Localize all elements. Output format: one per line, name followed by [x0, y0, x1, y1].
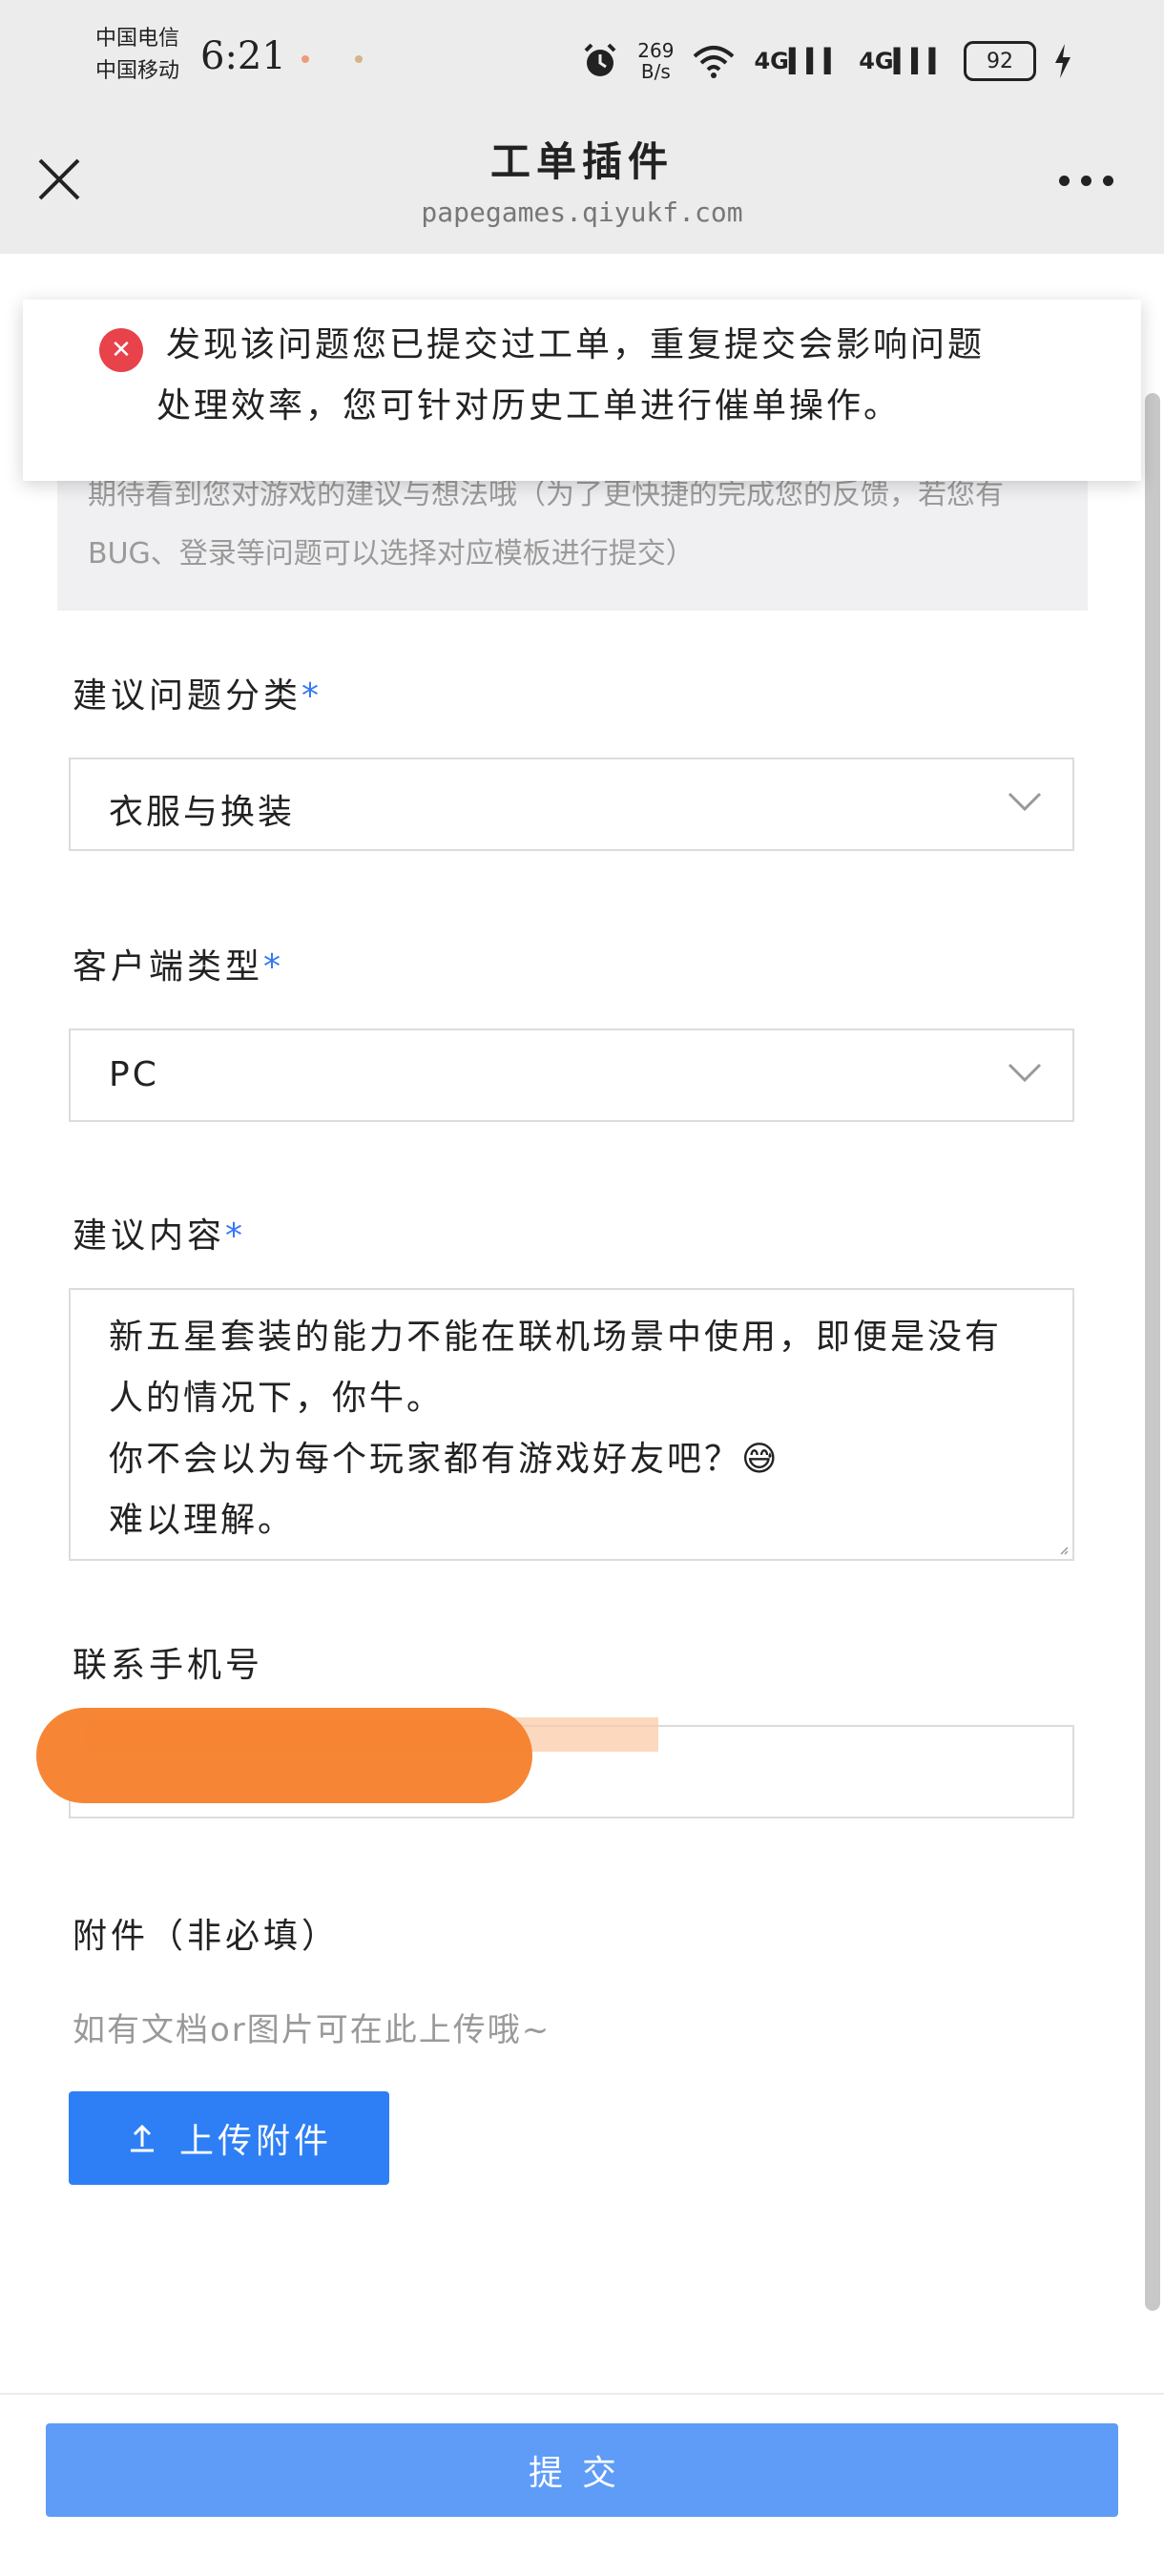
charging-icon — [1055, 44, 1070, 78]
wifi-icon — [694, 46, 735, 78]
more-dot-icon — [1081, 175, 1091, 186]
toast-line-2: 处理效率，您可针对历史工单进行催单操作。 — [156, 386, 902, 426]
signal-1-icon: 4G▍▍▍ — [754, 48, 842, 74]
toast-message: 发现该问题您已提交过工单，重复提交会影响问题 处理效率，您可针对历史工单进行催单… — [156, 315, 1101, 437]
carrier-info: 中国电信 中国移动 — [95, 23, 179, 88]
client-value: PC — [109, 1055, 159, 1094]
category-label: 建议问题分类* — [73, 668, 322, 717]
client-label: 客户端类型* — [73, 939, 284, 988]
page-url: papegames.qiyukf.com — [421, 197, 743, 228]
upload-icon — [130, 2124, 154, 2152]
attachment-label: 附件（非必填） — [73, 1917, 341, 1956]
divider — [0, 2393, 1164, 2395]
network-speed: 269 B/s — [637, 40, 674, 82]
chevron-down-icon — [1008, 792, 1042, 812]
scrollbar[interactable] — [1145, 393, 1160, 2311]
content-label-text: 建议内容 — [73, 1216, 226, 1256]
speed-value: 269 — [637, 39, 675, 62]
intro-text: 期待看到您对游戏的建议与想法哦（为了更快捷的完成您的反馈，若您有BUG、登录等问… — [88, 478, 1004, 571]
category-select[interactable]: 衣服与换装 — [69, 758, 1074, 851]
clock: 6:21 — [200, 34, 286, 78]
required-mark: * — [225, 1216, 247, 1256]
attachment-hint: 如有文档or图片可在此上传哦~ — [73, 2011, 551, 2049]
required-mark: * — [301, 676, 323, 716]
battery-icon: 92 — [964, 41, 1036, 81]
notification-dot-icon — [355, 55, 363, 63]
required-mark: * — [263, 947, 285, 987]
page-title: 工单插件 — [489, 138, 674, 185]
category-value: 衣服与换装 — [109, 793, 296, 832]
status-bar: 中国电信 中国移动 6:21 269 B/s 4G▍▍▍ 4G▍▍▍ 92 — [0, 0, 1164, 124]
more-dot-icon — [1103, 175, 1113, 186]
network-type-1: 4G — [754, 48, 789, 74]
category-label-text: 建议问题分类 — [73, 676, 302, 716]
content-label: 建议内容* — [73, 1208, 246, 1257]
more-menu-button[interactable] — [1059, 166, 1126, 195]
error-icon: ✕ — [99, 328, 143, 372]
submit-button[interactable]: 提交 — [46, 2423, 1118, 2517]
phone-label: 联系手机号 — [73, 1646, 264, 1685]
toast-line-1: 发现该问题您已提交过工单，重复提交会影响问题 — [166, 325, 986, 364]
resize-handle-icon[interactable] — [1059, 1546, 1069, 1555]
battery-level: 92 — [987, 49, 1013, 73]
carrier-2: 中国移动 — [95, 59, 180, 83]
alarm-icon — [584, 43, 616, 76]
speed-unit: B/s — [640, 60, 671, 83]
content-textarea[interactable]: 新五星套装的能力不能在联机场景中使用，即便是没有人的情况下，你牛。 你不会以为每… — [69, 1288, 1074, 1561]
notification-dot-icon — [301, 55, 309, 63]
more-dot-icon — [1059, 175, 1070, 186]
error-toast: ✕ 发现该问题您已提交过工单，重复提交会影响问题 处理效率，您可针对历史工单进行… — [23, 300, 1141, 481]
upload-label: 上传附件 — [178, 2122, 332, 2161]
network-type-2: 4G — [859, 48, 894, 74]
content-text: 新五星套装的能力不能在联机场景中使用，即便是没有人的情况下，你牛。 你不会以为每… — [109, 1318, 1003, 1540]
nav-bar: 工单插件 papegames.qiyukf.com — [0, 124, 1164, 254]
chevron-down-icon — [1008, 1063, 1042, 1083]
client-select[interactable]: PC — [69, 1028, 1074, 1122]
client-label-text: 客户端类型 — [73, 947, 264, 987]
status-icons: 269 B/s 4G▍▍▍ 4G▍▍▍ 92 — [580, 32, 1072, 90]
signal-2-icon: 4G▍▍▍ — [859, 48, 946, 74]
upload-attachment-button[interactable]: 上传附件 — [69, 2091, 389, 2185]
redaction-mark — [36, 1708, 532, 1803]
carrier-1: 中国电信 — [95, 27, 180, 51]
